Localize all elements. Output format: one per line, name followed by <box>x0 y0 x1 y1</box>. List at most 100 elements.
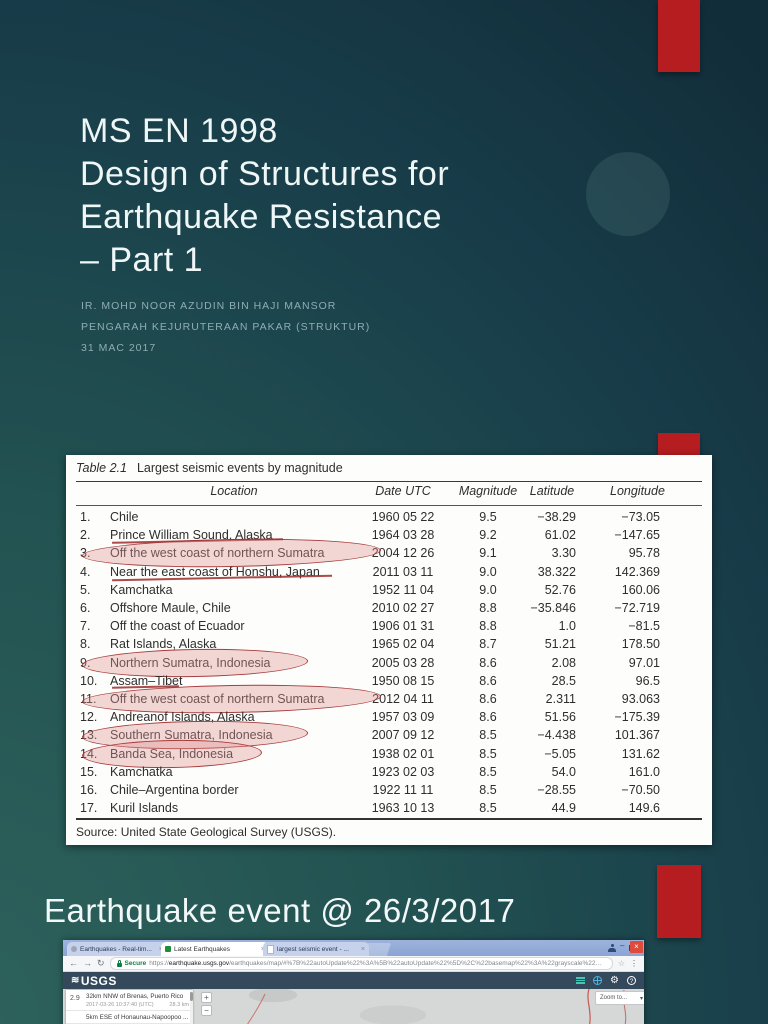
table-caption-text: Largest seismic events by magnitude <box>136 461 343 475</box>
globe-icon[interactable] <box>593 976 603 985</box>
table-row: 15. Kamchatka 1923 02 03 8.5 54.0 161.0 <box>76 763 702 781</box>
browser-tab[interactable]: largest seismic event - ... × <box>263 942 369 956</box>
row-longitude: 101.367 <box>614 728 660 743</box>
usgs-wave-icon: ≋ <box>71 975 80 986</box>
list-scrollbar[interactable] <box>190 990 193 1024</box>
bookmark-star-icon[interactable]: ☆ <box>618 959 625 968</box>
column-header-longitude: Longitude <box>610 484 665 498</box>
row-magnitude: 9.0 <box>479 582 497 597</box>
row-location: Kuril Islands <box>110 801 179 816</box>
title-line-1: MS EN 1998 <box>80 112 278 150</box>
red-accent-block-top <box>658 0 700 72</box>
browser-tab[interactable]: Latest Earthquakes× <box>161 942 269 956</box>
window-minimize-button[interactable]: – <box>620 941 624 950</box>
table-row: 13. Southern Sumatra, Indonesia 2007 09 12… <box>76 719 702 752</box>
quake-place: 32km NNW of Brenas, Puerto Rico <box>86 993 184 1000</box>
row-magnitude: 9.0 <box>479 564 497 579</box>
map-zoom-out-button[interactable]: − <box>201 1005 212 1016</box>
table-rule-header <box>76 505 702 506</box>
window-close-button[interactable]: × <box>630 941 643 953</box>
map-zoom-in-button[interactable]: + <box>201 992 212 1003</box>
row-number: 5. <box>80 582 91 597</box>
row-magnitude: 8.6 <box>479 710 497 725</box>
gear-icon[interactable]: ⚙ <box>610 975 619 986</box>
row-location: Rat Islands, Alaska <box>110 637 217 652</box>
chevron-down-icon: ▾ <box>639 995 643 1002</box>
row-latitude: 52.76 <box>544 582 576 597</box>
row-latitude: 51.21 <box>544 637 576 652</box>
row-longitude: 131.62 <box>621 746 660 761</box>
browser-tab[interactable]: Earthquakes - Real-tim...× <box>67 942 167 956</box>
browser-address-bar: ← → ↻ Secure https://earthquake.usgs.gov… <box>63 956 644 972</box>
row-number: 17. <box>80 801 98 816</box>
table-row: 14. Banda Sea, Indonesia 1938 02 01 8.5 −5.0… <box>76 737 702 770</box>
table-row: 2. Prince William Sound, Alaska 1964 03 28… <box>76 526 702 545</box>
row-number: 13. <box>80 728 98 743</box>
row-number: 10. <box>80 673 98 688</box>
row-magnitude: 9.2 <box>479 528 497 543</box>
row-magnitude: 9.5 <box>479 510 497 525</box>
usgs-logo: ≋ USGS <box>71 974 117 988</box>
earthquake-list-item[interactable]: 2.9 32km NNW of Brenas, Puerto Rico 2017-0… <box>66 990 193 1011</box>
table-row: 12. Andreanof Islands, Alaska 1957 03 09 8.… <box>76 708 702 726</box>
row-latitude: 44.9 <box>551 801 576 816</box>
row-date: 1957 03 09 <box>371 710 435 725</box>
table-row: 16. Chile–Argentina border 1922 11 11 8.5 −2… <box>76 781 702 799</box>
map-favicon <box>165 946 171 952</box>
table-caption: Table 2.1 Largest seismic events by magni… <box>76 461 343 475</box>
row-location: Near the east coast of Honshu, Japan <box>110 565 358 581</box>
row-latitude: 54.0 <box>551 764 576 779</box>
table-rows: 1. Chile 1960 05 22 9.5 −38.29 −73.05 2. Prince… <box>76 508 702 817</box>
reload-icon[interactable]: ↻ <box>97 959 105 968</box>
browser-menu-icon[interactable]: ⋮ <box>630 959 638 968</box>
quake-place: 5km ESE of Honaunau-Napoopoo ... <box>86 1014 189 1021</box>
slide-title: MS EN 1998 Design of Structures for Eart… <box>80 110 449 282</box>
row-latitude: 38.322 <box>537 564 576 579</box>
earthquake-list-item[interactable]: 5km ESE of Honaunau-Napoopoo ... <box>66 1011 193 1024</box>
tab-close-icon[interactable]: × <box>361 946 365 953</box>
zoom-to-label: Zoom to... <box>600 995 628 1001</box>
row-latitude: 3.30 <box>551 546 576 561</box>
table-row: 6. Offshore Maule, Chile 2010 02 27 8.8 −35.… <box>76 599 702 617</box>
document-favicon <box>267 944 274 954</box>
row-magnitude: 9.1 <box>479 546 497 561</box>
row-date: 1938 02 01 <box>371 746 435 761</box>
url-path: /earthquakes/map/#%7B%22autoUpdate%22%3A… <box>229 960 606 967</box>
row-date: 1906 01 31 <box>371 619 435 634</box>
row-date: 2005 03 28 <box>371 655 435 670</box>
usgs-header-bar: ≋ USGS ⚙ ? <box>63 972 644 989</box>
url-field[interactable]: Secure https://earthquake.usgs.gov/earth… <box>109 957 613 970</box>
table-row: 8. Rat Islands, Alaska 1965 02 04 8.7 51.21 1… <box>76 635 702 653</box>
browser-window: – × Earthquakes - Real-tim...×Latest Ear… <box>63 940 644 1024</box>
row-longitude: 161.0 <box>628 764 660 779</box>
back-icon[interactable]: ← <box>69 959 78 968</box>
secure-label: Secure <box>124 960 147 967</box>
zoom-to-dropdown[interactable]: Zoom to... ▾ <box>595 991 644 1005</box>
slide-date: 31 MAC 2017 <box>81 342 157 354</box>
list-view-icon[interactable] <box>576 977 586 984</box>
fault-lines-overlay <box>247 989 627 1024</box>
table-row: 9. Northern Sumatra, Indonesia 2005 03 28 8… <box>76 646 702 679</box>
browser-tab-bar: – × Earthquakes - Real-tim...×Latest Ear… <box>63 940 644 956</box>
row-number: 3. <box>80 546 91 561</box>
row-magnitude: 8.5 <box>479 782 497 797</box>
forward-icon[interactable]: → <box>83 959 92 968</box>
title-line-4: – Part 1 <box>80 241 204 279</box>
row-number: 4. <box>80 564 91 579</box>
row-date: 2011 03 11 <box>372 564 434 579</box>
profile-icon[interactable] <box>608 944 616 952</box>
row-magnitude: 8.5 <box>479 728 497 743</box>
tab-label: largest seismic event - ... <box>277 945 349 953</box>
title-line-3: Earthquake Resistance <box>80 198 443 236</box>
row-date: 1963 10 13 <box>371 801 435 816</box>
help-icon[interactable]: ? <box>627 976 636 985</box>
section-heading: Earthquake event @ 26/3/2017 <box>44 892 516 929</box>
title-line-2: Design of Structures for <box>80 155 450 193</box>
row-number: 14. <box>80 746 98 761</box>
row-location: Southern Sumatra, Indonesia <box>81 719 358 752</box>
row-longitude: 97.01 <box>628 655 660 670</box>
row-magnitude: 8.5 <box>479 764 497 779</box>
row-location: Banda Sea, Indonesia <box>81 737 358 770</box>
row-magnitude: 8.6 <box>479 691 497 706</box>
row-date: 2007 09 12 <box>371 728 435 743</box>
